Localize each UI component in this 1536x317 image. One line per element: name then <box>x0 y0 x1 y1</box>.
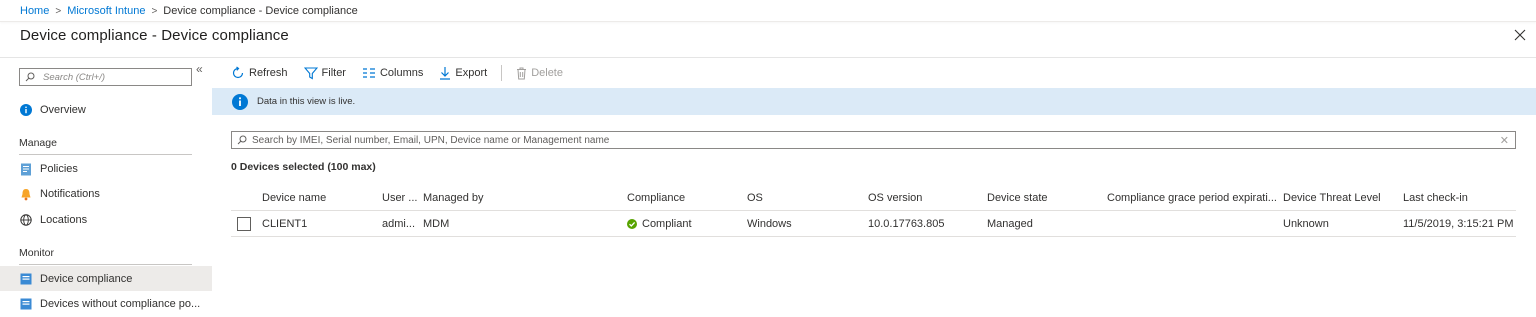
export-label: Export <box>455 67 488 79</box>
breadcrumb-current: Device compliance - Device compliance <box>163 5 358 17</box>
search-icon <box>25 72 35 82</box>
sidebar: Search (Ctrl+/) « Overview Manage Polici… <box>0 58 212 317</box>
sidebar-item-label: Devices without compliance po... <box>40 298 201 310</box>
refresh-icon <box>232 66 244 79</box>
breadcrumb: Home > Microsoft Intune > Device complia… <box>20 5 358 17</box>
close-icon[interactable] <box>1512 27 1528 43</box>
delete-button[interactable]: Delete <box>516 67 563 80</box>
sidebar-item-label: Locations <box>40 214 88 226</box>
command-bar: Refresh Filter Columns Export Delete <box>231 64 579 82</box>
breadcrumb-home[interactable]: Home <box>20 5 49 17</box>
check-circle-icon <box>627 218 637 229</box>
columns-button[interactable]: Columns <box>362 67 423 79</box>
devices-table: Device name User ... Managed by Complian… <box>231 186 1516 237</box>
column-header-grace-period[interactable]: Compliance grace period expirati... <box>1107 186 1277 210</box>
row-checkbox[interactable] <box>237 216 251 231</box>
collapse-sidebar-icon[interactable]: « <box>196 62 203 76</box>
export-button[interactable]: Export <box>439 66 487 80</box>
chevron-right-icon: > <box>55 5 62 17</box>
bell-icon <box>19 188 32 201</box>
cell-device-name[interactable]: CLIENT1 <box>262 211 307 236</box>
device-report-icon <box>19 298 32 311</box>
policy-document-icon <box>19 163 32 176</box>
info-icon <box>232 93 248 110</box>
delete-label: Delete <box>531 67 563 79</box>
refresh-button[interactable]: Refresh <box>231 66 288 80</box>
column-header-managed-by[interactable]: Managed by <box>423 186 484 210</box>
info-message: Data in this view is live. <box>257 96 356 107</box>
cell-user: admi... <box>382 217 416 230</box>
device-report-icon <box>19 272 32 285</box>
sidebar-search-placeholder: Search (Ctrl+/) <box>43 71 106 83</box>
device-search-input[interactable]: Search by IMEI, Serial number, Email, UP… <box>231 131 1516 149</box>
sidebar-item-label: Overview <box>40 104 86 116</box>
info-banner: Data in this view is live. <box>212 88 1536 115</box>
sidebar-search-input[interactable]: Search (Ctrl+/) <box>19 68 192 86</box>
sidebar-section-manage: Manage <box>19 137 57 149</box>
selection-count: 0 Devices selected (100 max) <box>231 161 376 173</box>
columns-icon <box>362 68 375 78</box>
sidebar-item-label: Policies <box>40 163 78 175</box>
sidebar-item-label: Notifications <box>40 188 100 200</box>
column-header-compliance[interactable]: Compliance <box>627 186 685 210</box>
download-icon <box>440 67 451 80</box>
cell-compliance: Compliant <box>627 211 692 236</box>
top-bar: Home > Microsoft Intune > Device complia… <box>0 0 1536 22</box>
cell-managed-by: MDM <box>423 217 450 230</box>
column-header-os[interactable]: OS <box>747 186 763 210</box>
header-divider <box>0 57 1536 58</box>
table-header: Device name User ... Managed by Complian… <box>231 186 1516 211</box>
search-icon <box>237 135 247 145</box>
column-header-device-state[interactable]: Device state <box>987 186 1048 210</box>
chevron-right-icon: > <box>151 5 158 17</box>
clear-search-icon[interactable]: ✕ <box>1500 134 1509 147</box>
search-placeholder: Search by IMEI, Serial number, Email, UP… <box>252 134 610 146</box>
cell-os-version: 10.0.17763.805 <box>868 217 945 230</box>
trash-icon <box>517 67 527 79</box>
sidebar-item-locations[interactable]: Locations <box>0 208 212 232</box>
sidebar-divider <box>19 264 192 265</box>
breadcrumb-intune[interactable]: Microsoft Intune <box>67 5 145 17</box>
cell-last-checkin: 11/5/2019, 3:15:21 PM <box>1403 217 1514 230</box>
column-header-user[interactable]: User ... <box>382 186 417 210</box>
filter-label: Filter <box>321 67 346 79</box>
info-icon <box>19 104 32 117</box>
cell-threat-level: Unknown <box>1283 217 1329 230</box>
column-header-threat-level[interactable]: Device Threat Level <box>1283 186 1381 210</box>
filter-button[interactable]: Filter <box>303 66 346 80</box>
globe-icon <box>19 214 32 227</box>
column-header-os-version[interactable]: OS version <box>868 186 922 210</box>
columns-label: Columns <box>379 67 424 79</box>
sidebar-item-policies[interactable]: Policies <box>0 157 212 181</box>
column-header-device-name[interactable]: Device name <box>262 186 326 210</box>
sidebar-divider <box>19 154 192 155</box>
page-title: Device compliance - Device compliance <box>20 27 289 44</box>
sidebar-item-notifications[interactable]: Notifications <box>0 182 212 206</box>
sidebar-item-devices-without-policy[interactable]: Devices without compliance po... <box>0 292 212 316</box>
column-header-last-checkin[interactable]: Last check-in <box>1403 186 1468 210</box>
filter-icon <box>303 66 318 79</box>
cell-os: Windows <box>747 217 792 230</box>
cell-device-state: Managed <box>987 217 1033 230</box>
refresh-label: Refresh <box>249 67 288 79</box>
sidebar-item-overview[interactable]: Overview <box>0 98 212 122</box>
compliance-status: Compliant <box>642 217 692 230</box>
sidebar-section-monitor: Monitor <box>19 247 55 259</box>
table-row[interactable]: CLIENT1 admi... MDM Compliant Windows 10… <box>231 211 1516 237</box>
sidebar-item-device-compliance[interactable]: Device compliance <box>0 266 212 291</box>
toolbar-divider <box>501 65 503 81</box>
sidebar-item-label: Device compliance <box>40 272 133 285</box>
